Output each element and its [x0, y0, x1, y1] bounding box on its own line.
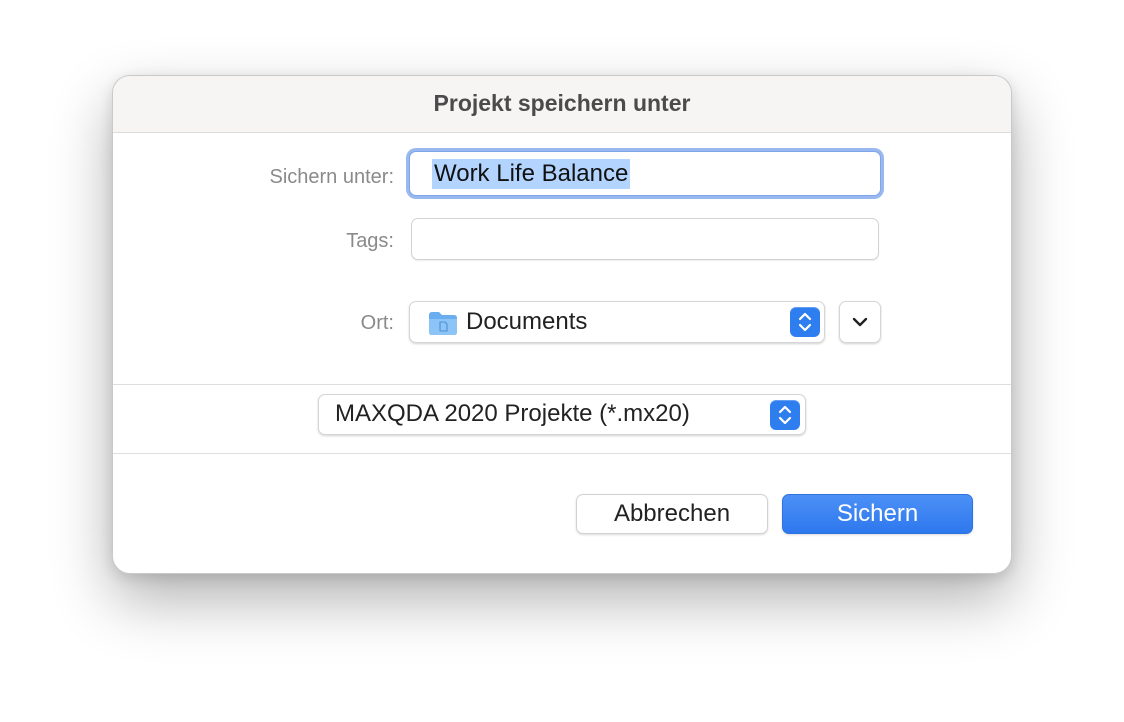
- folder-icon: [429, 312, 457, 335]
- location-label: Ort:: [360, 312, 394, 334]
- format-popup[interactable]: MAXQDA 2020 Projekte (*.mx20): [318, 394, 806, 435]
- separator-bottom: [113, 453, 1011, 454]
- save-as-field[interactable]: Work Life Balance: [409, 151, 881, 196]
- dialog-titlebar: Projekt speichern unter: [113, 76, 1011, 133]
- location-popup[interactable]: Documents: [409, 301, 825, 343]
- chevron-down-icon: [852, 317, 868, 327]
- tags-label: Tags:: [346, 230, 394, 252]
- location-stepper: [790, 307, 820, 337]
- screen: Projekt speichern unter Sichern unter: W…: [0, 0, 1124, 722]
- dialog-title: Projekt speichern unter: [433, 90, 691, 116]
- format-stepper: [770, 400, 800, 430]
- save-as-label: Sichern unter:: [269, 166, 394, 188]
- save-as-value: Work Life Balance: [432, 159, 631, 189]
- save-dialog: Projekt speichern unter Sichern unter: W…: [112, 75, 1012, 574]
- cancel-button[interactable]: Abbrechen: [576, 494, 768, 534]
- tags-field[interactable]: [411, 218, 879, 260]
- expand-button[interactable]: [839, 301, 881, 343]
- location-value: Documents: [466, 308, 588, 335]
- updown-chevron-icon: [798, 312, 812, 332]
- updown-chevron-icon: [778, 405, 792, 425]
- separator-top: [113, 384, 1011, 385]
- format-value: MAXQDA 2020 Projekte (*.mx20): [335, 400, 690, 427]
- save-button[interactable]: Sichern: [782, 494, 973, 534]
